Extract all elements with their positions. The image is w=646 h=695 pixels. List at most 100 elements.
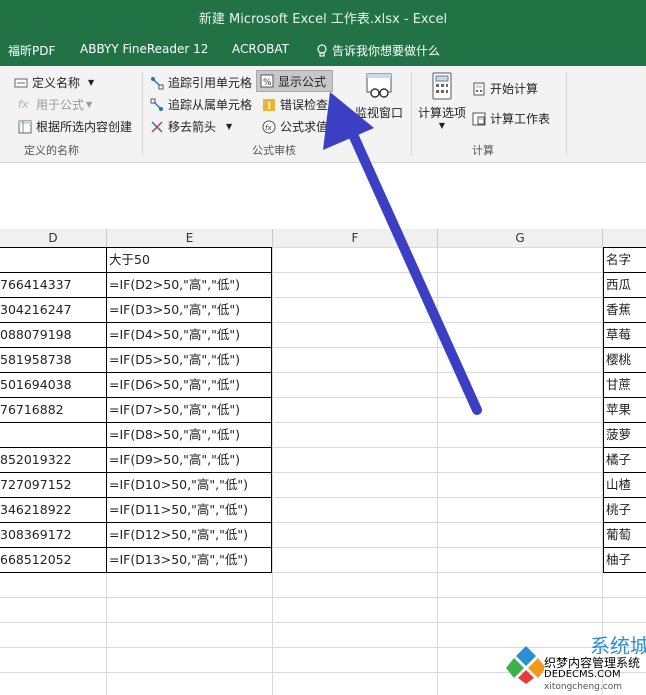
calc-sheet-label: 计算工作表 [490,112,551,126]
cell-h[interactable]: 草莓 [603,322,646,347]
column-header-h[interactable] [603,229,646,247]
cell-e[interactable]: 大于50 [107,247,272,272]
cell-border [603,347,646,348]
define-name-label: 定义名称 [32,76,81,90]
xitongcheng-logo [506,646,546,684]
cell-e[interactable]: =IF(D11>50,"高","低") [107,497,272,522]
cell-e[interactable]: =IF(D9>50,"高","低") [107,447,272,472]
cell-h[interactable]: 桃子 [603,497,646,522]
cell-d[interactable] [0,247,106,272]
calc-now-button[interactable]: 开始计算 [472,80,538,97]
calc-sheet-icon [472,112,486,126]
cell-border [603,397,646,398]
fx-icon: fx [262,120,276,134]
watermark: 系统城 织梦内容管理系统 DEDECMS.COM xitongcheng.com [506,634,646,695]
tab-abbyy-finereader[interactable]: ABBYY FineReader 12 [80,42,208,56]
svg-text:%: % [263,78,272,88]
cell-d[interactable]: 727097152 [0,472,106,497]
cell-e[interactable]: =IF(D2>50,"高","低") [107,272,272,297]
cell-h[interactable]: 橘子 [603,447,646,472]
svg-text:!: ! [267,101,272,112]
column-header-d[interactable]: D [0,229,107,247]
column-header-f[interactable]: F [273,229,438,247]
cell-border [0,422,272,423]
cell-border [0,322,272,323]
watch-window-icon [366,73,392,98]
cell-d[interactable]: 668512052 [0,547,106,572]
ribbon-separator [566,72,567,156]
calc-now-label: 开始计算 [490,82,539,96]
calc-now-icon [472,82,486,96]
cell-h[interactable]: 香蕉 [603,297,646,322]
ribbon-tab-bar: 福昕PDF ABBYY FineReader 12 ACROBAT 告诉我你想要… [0,34,646,66]
cell-h[interactable]: 菠萝 [603,422,646,447]
cell-d[interactable]: 346218922 [0,497,106,522]
group-label-defined-names: 定义的名称 [24,144,79,157]
cell-h[interactable]: 西瓜 [603,272,646,297]
cell-border [271,247,272,573]
define-name-icon [14,76,28,90]
cell-d[interactable]: 088079198 [0,322,106,347]
cell-border [0,547,272,548]
cell-e[interactable]: =IF(D8>50,"高","低") [107,422,272,447]
cell-h[interactable]: 葡萄 [603,522,646,547]
cell-d[interactable]: 76716882 [0,397,106,422]
cell-border [603,547,646,548]
trace-dependents-icon [150,98,164,112]
gridline [0,622,646,623]
error-checking-button[interactable]: ! 错误检查 [262,96,328,113]
cell-e[interactable]: =IF(D13>50,"高","低") [107,547,272,572]
show-formulas-button[interactable]: % 显示公式 [256,70,334,92]
svg-text:fx: fx [265,124,272,132]
gridline [0,597,646,598]
watch-window-button[interactable]: 监视窗口 [352,72,406,121]
calc-options-button[interactable]: 计算选项 ▼ [416,72,468,130]
use-in-formula-button[interactable]: fx 用于公式 ▼ [18,96,92,113]
tell-me-search[interactable]: 告诉我你想要做什么 [316,42,440,59]
cell-d[interactable]: 308369172 [0,522,106,547]
column-header-e[interactable]: E [107,229,273,247]
function-icon: fx [18,97,29,111]
cell-h[interactable]: 甘蔗 [603,372,646,397]
cell-h[interactable]: 名字 [603,247,646,272]
worksheet-grid: 大于50 名字 766414337 =IF(D2>50,"高","低") 西瓜 30421… [0,247,646,695]
tab-acrobat[interactable]: ACROBAT [232,42,289,56]
cell-h[interactable]: 苹果 [603,397,646,422]
define-name-button[interactable]: 定义名称 ▼ [14,74,94,91]
cell-d[interactable] [0,422,106,447]
trace-dependents-button[interactable]: 追踪从属单元格 [150,96,252,113]
trace-precedents-icon [150,76,164,90]
cell-e[interactable]: =IF(D10>50,"高","低") [107,472,272,497]
cell-border [603,247,646,248]
calc-sheet-button[interactable]: 计算工作表 [472,110,550,127]
cell-e[interactable]: =IF(D7>50,"高","低") [107,397,272,422]
cell-d[interactable]: 581958738 [0,347,106,372]
remove-arrows-label: 移去箭头 [168,120,217,134]
cell-d[interactable]: 852019322 [0,447,106,472]
evaluate-formula-button[interactable]: fx 公式求值 [262,118,328,135]
remove-arrows-button[interactable]: 移去箭头 ▼ [150,118,232,135]
title-bar: 新建 Microsoft Excel 工作表.xlsx - Excel [0,0,646,34]
create-from-selection-button[interactable]: 根据所选内容创建 [18,118,132,135]
cell-border [603,522,646,523]
cell-e[interactable]: =IF(D12>50,"高","低") [107,522,272,547]
cell-h[interactable]: 樱桃 [603,347,646,372]
cell-e[interactable]: =IF(D5>50,"高","低") [107,347,272,372]
use-in-formula-label: 用于公式 [36,98,85,112]
cell-e[interactable]: =IF(D3>50,"高","低") [107,297,272,322]
cell-h[interactable]: 柚子 [603,547,646,572]
cell-border [603,422,646,423]
cell-border [603,372,646,373]
cell-e[interactable]: =IF(D6>50,"高","低") [107,372,272,397]
chevron-down-icon: ▼ [88,78,95,87]
remove-arrows-icon [150,120,164,134]
tab-foxit-pdf[interactable]: 福昕PDF [8,42,55,59]
cell-d[interactable]: 501694038 [0,372,106,397]
cell-h[interactable]: 山楂 [603,472,646,497]
column-header-g[interactable]: G [438,229,603,247]
cell-d[interactable]: 304216247 [0,297,106,322]
cell-e[interactable]: =IF(D4>50,"高","低") [107,322,272,347]
chevron-down-icon: ▼ [438,121,446,130]
cell-d[interactable]: 766414337 [0,272,106,297]
trace-precedents-button[interactable]: 追踪引用单元格 [150,74,252,91]
